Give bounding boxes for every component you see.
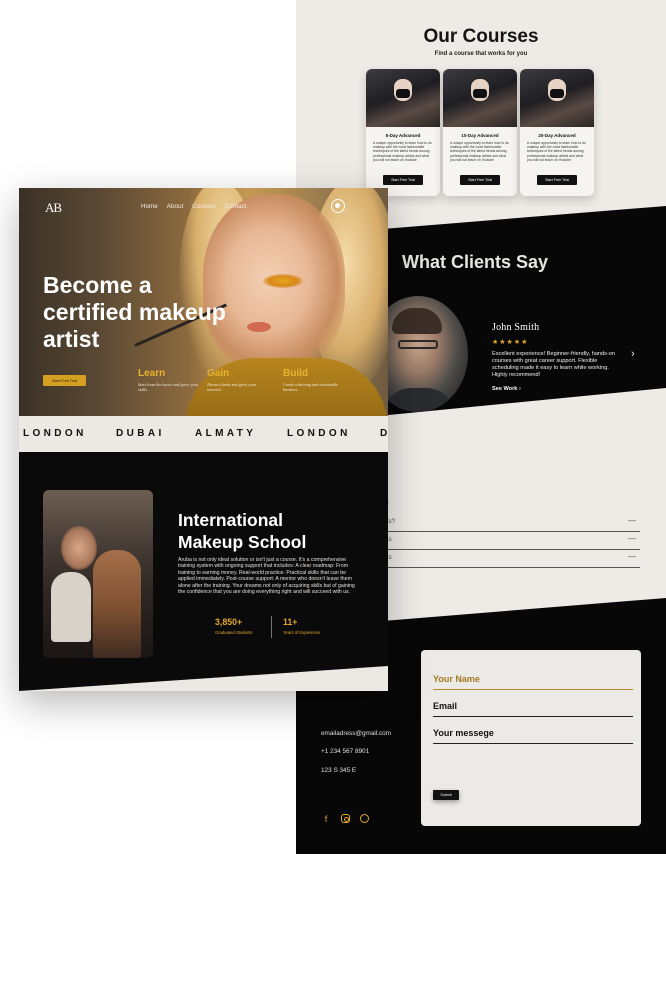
- feature-heading: Learn: [138, 368, 166, 379]
- course-image: [366, 69, 440, 127]
- hero-section: AB Home About Courses Contact Become a c…: [19, 188, 388, 416]
- submit-button[interactable]: Submit: [433, 790, 459, 800]
- stat-divider: [271, 616, 272, 638]
- next-arrow-icon[interactable]: ›: [631, 348, 635, 360]
- social-links: f: [321, 814, 369, 824]
- collapse-icon[interactable]: —: [628, 534, 636, 543]
- message-field[interactable]: Your messege: [433, 728, 633, 744]
- stat-number: 3,850+: [215, 617, 243, 627]
- stat-years: 11+ Years of Experience: [283, 617, 320, 635]
- feature-heading: Gain: [207, 368, 230, 379]
- stat-number: 11+: [283, 617, 298, 627]
- feature-heading: Build: [283, 368, 308, 379]
- start-trial-button[interactable]: Start Free Trial: [43, 375, 86, 386]
- star-rating: ★★★★★: [492, 339, 529, 346]
- course-card: 10-Day Advanced A unique opportunity to …: [443, 69, 517, 196]
- course-description: A unique opportunity to learn how to do …: [450, 141, 509, 162]
- start-trial-button[interactable]: Start Free Trial: [537, 175, 577, 185]
- feature-text: Attract clients and grow your network.: [207, 382, 257, 392]
- main-nav: Home About Courses Contact: [141, 203, 246, 210]
- course-description: A unique opportunity to learn how to do …: [527, 141, 586, 162]
- course-image: [520, 69, 594, 127]
- school-photo: [43, 490, 153, 658]
- course-card: 5-Day Advanced A unique opportunity to l…: [366, 69, 440, 196]
- nav-courses[interactable]: Courses: [192, 203, 215, 210]
- nav-home[interactable]: Home: [141, 203, 158, 210]
- feature-gain: Gain Attract clients and grow your netwo…: [207, 368, 271, 392]
- collapse-icon[interactable]: —: [628, 516, 636, 525]
- course-description: A unique opportunity to learn how to do …: [373, 141, 432, 162]
- email-field[interactable]: Email: [433, 701, 633, 717]
- faq-item[interactable]: counts? —: [374, 514, 640, 532]
- course-card: 20-Day Advanced A unique opportunity to …: [520, 69, 594, 196]
- school-title: International Makeup School: [178, 509, 306, 553]
- nav-about[interactable]: About: [167, 203, 183, 210]
- front-page: AB Home About Courses Contact Become a c…: [19, 188, 388, 691]
- nav-contact[interactable]: Contact: [225, 203, 247, 210]
- start-trial-button[interactable]: Start Free Trial: [383, 175, 423, 185]
- collapse-icon[interactable]: —: [628, 552, 636, 561]
- name-field[interactable]: Your Name: [433, 674, 633, 690]
- contact-form: Your Name Email Your messege Submit: [421, 650, 641, 826]
- start-trial-button[interactable]: Start Free Trial: [460, 175, 500, 185]
- feature-text: Start from the basics and grow your skil…: [138, 382, 199, 392]
- school-title-line2: Makeup School: [178, 532, 307, 552]
- stat-label: Years of Experience: [283, 630, 321, 635]
- stat-students: 3,850+ Graduated Students: [215, 617, 252, 635]
- client-review: Excellent experience! Beginner-friendly,…: [492, 351, 616, 378]
- whatsapp-icon[interactable]: [331, 199, 345, 213]
- contact-phone[interactable]: +1 234 567 8901: [321, 748, 369, 755]
- city-ticker: LONDON DUBAI ALMATY LONDON D: [19, 416, 388, 452]
- feature-text: Create a thriving and sustainable busine…: [283, 382, 338, 392]
- school-title-line1: International: [178, 510, 284, 530]
- contact-address: 123 S 345 E: [321, 767, 357, 774]
- course-image: [443, 69, 517, 127]
- see-work-link[interactable]: See Work ›: [492, 386, 521, 392]
- ticker-city: D: [380, 428, 388, 439]
- ticker-city: LONDON: [287, 428, 351, 439]
- ticker-city: LONDON: [23, 428, 87, 439]
- feature-learn: Learn Start from the basics and grow you…: [138, 368, 202, 392]
- school-description: Aruba is not only ideal solution or isn'…: [178, 557, 355, 596]
- courses-title: Our Courses: [423, 26, 539, 47]
- faq-item[interactable]: counts —: [374, 532, 640, 550]
- instagram-icon[interactable]: [341, 814, 350, 823]
- hero-title: Become a certified makeup artist: [43, 272, 226, 352]
- faq-item[interactable]: counts —: [374, 550, 640, 568]
- ticker-city: DUBAI: [116, 428, 165, 439]
- testimonials-title: What Clients Say: [402, 252, 549, 272]
- stat-label: Graduated Students: [215, 630, 253, 635]
- brand-logo[interactable]: AB: [45, 200, 62, 216]
- contact-email[interactable]: emailadress@gmail.com: [321, 730, 391, 737]
- whatsapp-icon[interactable]: [360, 814, 369, 823]
- facebook-icon[interactable]: f: [321, 814, 331, 824]
- ticker-city: ALMATY: [195, 428, 257, 439]
- feature-build: Build Create a thriving and sustainable …: [283, 368, 347, 392]
- mockup-stage: Our Courses Find a course that works for…: [0, 0, 666, 990]
- school-section: International Makeup School Aruba is not…: [19, 452, 388, 691]
- courses-subtitle: Find a course that works for you: [434, 51, 528, 57]
- client-name: John Smith: [492, 322, 540, 333]
